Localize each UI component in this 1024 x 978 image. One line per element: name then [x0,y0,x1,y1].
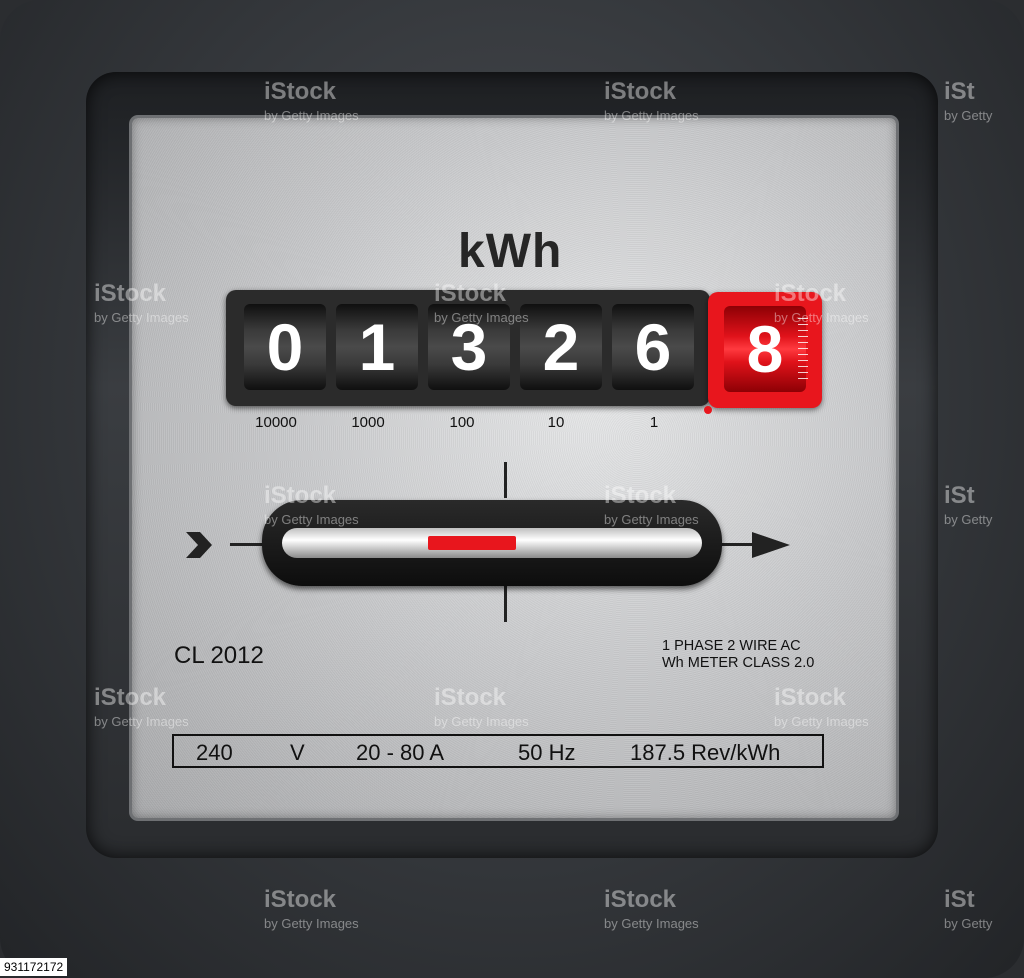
voltage-value: 240 [196,740,233,765]
rotor-red-mark [428,536,516,550]
watermark: iStock by Getty Images [264,886,359,932]
decimal-dot [704,406,712,414]
rating-box: 240 V 20 - 80 A 50 Hz 187.5 Rev/kWh [172,734,824,768]
multiplier-label: 1000 [351,414,385,431]
phase-line-1: 1 PHASE 2 WIRE AC [662,638,801,654]
multiplier-label: 1 [649,414,659,431]
digit-10: 2 [520,304,602,390]
digit-10000: 0 [244,304,326,390]
current-rating: 20 - 80 A [356,740,445,765]
voltage-unit: V [290,740,305,765]
watermark: iStock by Getty Images [434,684,529,730]
disc-guide-bottom [504,586,507,622]
watermark: iStock by Getty Images [604,482,699,528]
watermark: iStock by Getty Images [434,280,529,326]
watermark: iStock by Getty Images [774,684,869,730]
arrow-tail-icon [186,532,212,558]
multiplier-label: 10000 [255,414,297,431]
digit-1000: 1 [336,304,418,390]
image-id-label: 931172172 [0,958,68,976]
watermark: iSt by Getty [944,886,993,932]
watermark: iSt by Getty [944,482,993,528]
meter-housing: kWh 0 1 3 2 6 8 10000 1000 100 10 1 CL 2… [0,0,1024,978]
digit-1: 6 [612,304,694,390]
disc-guide-top [504,462,507,498]
watermark: iSt by Getty [944,78,993,124]
watermark: iStock by Getty Images [604,886,699,932]
watermark: iStock by Getty Images [264,78,359,124]
phase-line-2: Wh METER CLASS 2.0 [662,655,815,671]
watermark: iStock by Getty Images [94,684,189,730]
watermark: iStock by Getty Images [264,482,359,528]
meter-constant: 187.5 Rev/kWh [630,740,781,765]
multiplier-label: 10 [547,414,565,431]
watermark: iStock by Getty Images [94,280,189,326]
arrow-head-icon [752,532,790,558]
frequency-rating: 50 Hz [518,740,576,765]
phase-info: 1 PHASE 2 WIRE AC Wh METER CLASS 2.0 [662,638,814,672]
watermark: iStock by Getty Images [604,78,699,124]
multiplier-label: 100 [449,414,475,431]
unit-label: kWh [458,225,563,278]
watermark: iStock by Getty Images [774,280,869,326]
class-mark: CL 2012 [174,642,264,669]
